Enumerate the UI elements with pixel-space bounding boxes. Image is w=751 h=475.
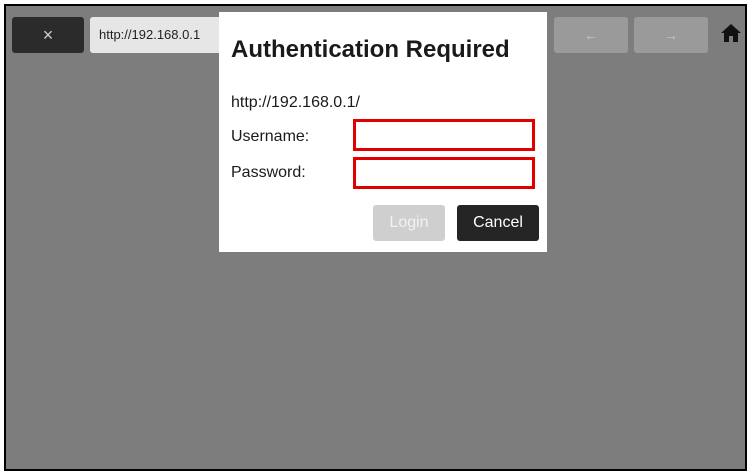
forward-arrow-icon: → <box>664 27 678 43</box>
password-label: Password: <box>231 164 306 181</box>
auth-dialog: Authentication Required http://192.168.0… <box>219 12 547 252</box>
home-button[interactable] <box>720 22 742 44</box>
close-icon: × <box>42 25 54 45</box>
login-button[interactable]: Login <box>373 205 445 241</box>
password-field[interactable] <box>353 157 535 189</box>
browser-window: × http://192.168.0.1 ← → Authentication … <box>4 4 747 471</box>
dialog-url: http://192.168.0.1/ <box>231 94 360 111</box>
username-label: Username: <box>231 128 310 145</box>
dialog-title: Authentication Required <box>231 36 510 63</box>
close-button[interactable]: × <box>12 17 84 53</box>
home-icon <box>721 24 741 42</box>
back-arrow-icon: ← <box>584 27 598 43</box>
username-field[interactable] <box>353 119 535 151</box>
address-bar[interactable]: http://192.168.0.1 <box>90 17 230 53</box>
forward-button[interactable]: → <box>634 17 708 53</box>
back-button[interactable]: ← <box>554 17 628 53</box>
cancel-button[interactable]: Cancel <box>457 205 539 241</box>
